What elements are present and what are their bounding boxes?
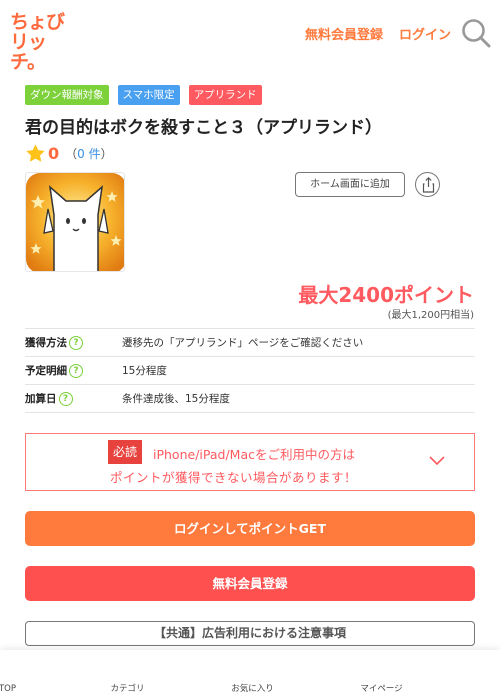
header-login-link[interactable]: ログイン [399,24,451,43]
must-read-tag: 必読 [108,440,143,464]
add-to-home-button[interactable]: ホーム画面に追加 [295,172,405,197]
logo-line1: ちょび [10,11,65,33]
info-label: 獲得方法? [25,335,122,350]
search-icon[interactable] [461,18,491,48]
info-label: 予定明細? [25,363,122,378]
nav-label: カテゴリ [110,684,145,694]
info-row: 加算日? 条件達成後、15分程度 [25,385,475,413]
info-label: 加算日? [25,391,122,406]
free-register-button[interactable]: 無料会員登録 [25,566,475,601]
share-icon [422,176,435,193]
badge-list: ダウン報酬対象 スマホ限定 アプリランド [25,85,262,105]
review-count-open: （ [65,146,78,161]
review-count-close: ） [100,146,113,161]
rating-value: 0 [48,143,60,163]
max-points-yen: (最大1,200円相当) [387,310,474,321]
nav-label: マイページ [360,684,403,694]
share-button[interactable] [415,172,440,197]
help-icon[interactable]: ? [69,363,83,378]
site-logo[interactable]: ちょび リッチ。 [10,11,72,72]
info-table: 獲得方法? 遷移先の「アプリランド」ページをご確認ください 予定明細? 15分程… [25,328,475,413]
badge-appland: アプリランド [188,85,262,105]
ad-caution-button[interactable]: 【共通】広告利用における注意事項 [25,621,475,646]
page-title: 君の目的はボクを殺すこと３（アプリランド） [25,118,382,138]
cat-app-icon-image [26,173,124,271]
app-icon [25,172,125,272]
chevron-down-icon [429,456,445,466]
info-label-text: 予定明細 [25,365,67,377]
max-points: 最大2400ポイント [298,283,474,307]
info-value: 条件達成後、15分程度 [122,393,230,405]
ios-notice-accordion[interactable]: 必読 iPhone/iPad/Macをご利用中の方は ポイントが獲得できない場合… [25,433,475,491]
badge-download-reward: ダウン報酬対象 [25,85,109,105]
star-icon [26,143,45,162]
review-count-number: 0 件 [77,146,101,161]
help-icon[interactable]: ? [69,335,83,350]
notice-text-line1: iPhone/iPad/Macをご利用中の方は [153,447,355,462]
nav-label: お気に入り [231,684,274,694]
header-register-link[interactable]: 無料会員登録 [305,24,383,43]
info-label-text: 加算日 [25,393,57,405]
review-count[interactable]: （0 件） [65,145,112,162]
info-row: 獲得方法? 遷移先の「アプリランド」ページをご確認ください [25,329,475,357]
site-header: ちょび リッチ。 無料会員登録 ログイン [0,0,500,72]
info-label-text: 獲得方法 [25,337,67,349]
info-value: 15分程度 [122,365,167,377]
help-icon[interactable]: ? [58,391,73,406]
logo-line2: リッチ。 [10,31,47,73]
rating: 0 （0 件） [25,142,113,164]
info-value: 遷移先の「アプリランド」ページをご確認ください [122,337,364,349]
login-get-points-button[interactable]: ログインしてポイントGET [25,511,475,546]
info-row: 予定明細? 15分程度 [25,357,475,385]
notice-text-line2: ポイントが獲得できない場合があります！ [110,470,358,485]
nav-label: TOP [0,684,16,694]
bottom-nav: TOP カテゴリ お気に入り マイページ [0,650,500,700]
badge-smartphone-only: スマホ限定 [117,85,180,105]
nav-item-mypage[interactable]: マイページ [360,650,500,700]
